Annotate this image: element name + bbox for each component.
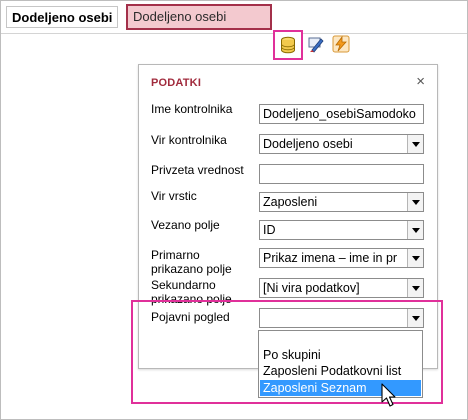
close-icon[interactable]: × [416, 73, 425, 90]
event-properties-button[interactable] [330, 33, 352, 55]
property-sheet-panel: PODATKI × Ime kontrolnika Dodeljeno_oseb… [138, 64, 438, 369]
primary-display-select[interactable]: Prikaz imena – ime in pr [259, 248, 424, 268]
chevron-down-icon[interactable] [407, 193, 423, 211]
popup-view-dropdown-list: Po skupini Zaposleni Podatkovni list Zap… [258, 330, 423, 398]
popup-view-select[interactable] [259, 308, 424, 328]
primary-display-value: Prikaz imena – ime in pr [263, 251, 398, 265]
bound-field-select[interactable]: ID [259, 220, 424, 240]
format-brush-icon [308, 37, 324, 53]
prop-label-control-name: Ime kontrolnika [151, 102, 233, 116]
prop-label-row-source: Vir vrstic [151, 189, 197, 203]
bound-field-value: ID [263, 223, 276, 237]
form-divider [1, 33, 467, 34]
prop-label-bound-field: Vezano polje [151, 218, 220, 232]
field-label: Dodeljeno osebi [6, 6, 118, 28]
control-source-select[interactable]: Dodeljeno osebi [259, 134, 424, 154]
database-icon [281, 36, 295, 54]
prop-label-primary-display: Primarno prikazano polje [151, 248, 232, 276]
control-source-value: Dodeljeno osebi [263, 137, 353, 151]
format-properties-button[interactable] [305, 33, 327, 55]
row-source-value: Zaposleni [263, 195, 318, 209]
chevron-down-icon[interactable] [407, 309, 423, 327]
chevron-down-icon[interactable] [407, 249, 423, 267]
lightning-icon [332, 35, 350, 53]
mouse-pointer-icon [381, 383, 396, 407]
dropdown-option-by-group[interactable]: Po skupini [260, 347, 421, 363]
chevron-down-icon[interactable] [407, 279, 423, 297]
prop-label-secondary-display: Sekundarno prikazano polje [151, 278, 232, 306]
default-value-input[interactable] [259, 164, 424, 184]
chevron-down-icon[interactable] [407, 221, 423, 239]
prop-label-control-source: Vir kontrolnika [151, 133, 227, 147]
chevron-down-icon[interactable] [407, 135, 423, 153]
panel-title: PODATKI [151, 77, 202, 89]
row-source-select[interactable]: Zaposleni [259, 192, 424, 212]
secondary-display-select[interactable]: [Ni vira podatkov] [259, 278, 424, 298]
data-properties-button[interactable] [273, 30, 303, 60]
prop-label-default-value: Privzeta vrednost [151, 163, 244, 177]
dropdown-option-employees-datasheet[interactable]: Zaposleni Podatkovni list [260, 363, 421, 379]
prop-label-popup-view: Pojavni pogled [151, 310, 230, 324]
field-control[interactable]: Dodeljeno osebi [126, 4, 272, 30]
secondary-display-value: [Ni vira podatkov] [263, 281, 360, 295]
control-name-input[interactable]: Dodeljeno_osebiSamodoko [259, 104, 424, 124]
